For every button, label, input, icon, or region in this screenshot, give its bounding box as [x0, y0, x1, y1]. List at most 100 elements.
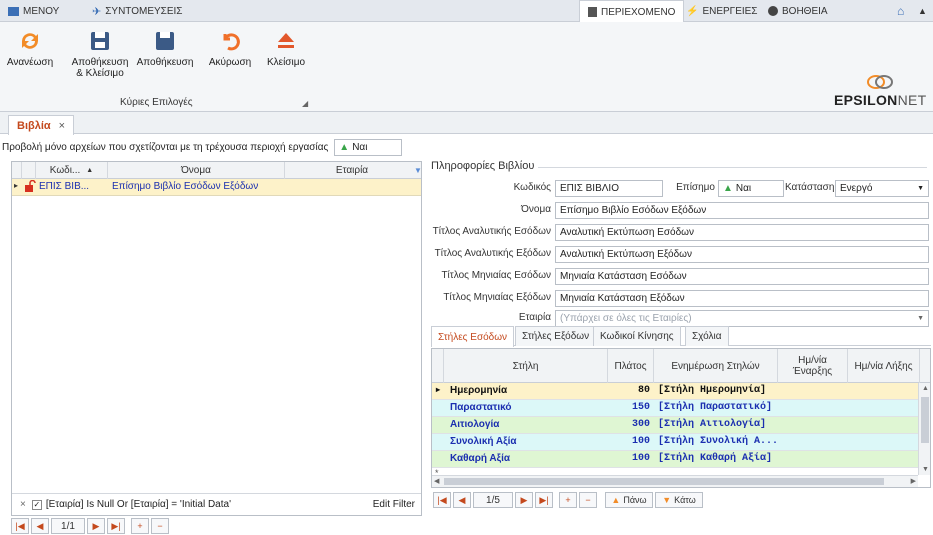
- chevron-down-icon: ▼: [917, 185, 924, 192]
- filter-toggle-checkbox[interactable]: ✓: [31, 499, 42, 510]
- col-company-label: Εταιρία: [335, 165, 369, 176]
- col-start-date-label: Ημ/νία Έναρξης: [792, 355, 833, 377]
- tab-movement-codes[interactable]: Κωδικοί Κίνησης: [593, 326, 681, 346]
- unlocked-icon: [24, 179, 36, 195]
- move-down-button[interactable]: ▼ Κάτω: [655, 492, 703, 508]
- expense-monthly-title-field[interactable]: Μηνιαία Κατάσταση Εξόδων: [555, 290, 929, 307]
- last-record-button[interactable]: ▶|: [535, 492, 553, 508]
- row-width: 150: [631, 402, 650, 413]
- expense-detail-title-field[interactable]: Αναλυτική Εκτύπωση Εξόδων: [555, 246, 929, 263]
- row-column: Αιτιολογία: [450, 419, 500, 430]
- shortcuts-button[interactable]: ✈ ΣΥΝΤΟΜΕΥΣΕΙΣ: [92, 0, 182, 22]
- group-expand-icon[interactable]: ◢: [302, 99, 308, 108]
- edit-filter-link[interactable]: Edit Filter: [373, 499, 415, 510]
- col-name-label: Όνομα: [181, 165, 211, 176]
- official-field[interactable]: ▲ Ναι: [718, 180, 784, 197]
- scroll-up-icon[interactable]: ▲: [922, 385, 929, 392]
- hscroll-thumb[interactable]: [444, 478, 884, 485]
- delete-record-button[interactable]: −: [579, 492, 597, 508]
- lock-column-header: [22, 162, 36, 179]
- income-detail-title-field[interactable]: Αναλυτική Εκτύπωση Εσόδων: [555, 224, 929, 241]
- name-field[interactable]: Επίσημο Βιβλίο Εσόδων Εξόδων: [555, 202, 929, 219]
- book-info-title: Πληροφορίες Βιβλίου: [431, 160, 539, 172]
- next-record-button[interactable]: ▶: [515, 492, 533, 508]
- delete-record-button[interactable]: −: [151, 518, 169, 534]
- tab-expense-columns[interactable]: Στήλες Εξόδων: [515, 326, 597, 346]
- income-monthly-title-field[interactable]: Μηνιαία Κατάσταση Εσόδων: [555, 268, 929, 285]
- menu-button[interactable]: ΜΕΝΟΥ: [8, 0, 59, 22]
- pin-icon: ✈: [92, 5, 102, 18]
- clear-filter-icon[interactable]: ×: [20, 499, 26, 510]
- col-code-header[interactable]: Κωδι... ▲: [36, 162, 108, 179]
- record-position: 1/1: [51, 518, 85, 534]
- table-row[interactable]: Καθαρή Αξία 100 [Στήλη Καθαρή Αξία]: [432, 451, 918, 468]
- ribbon-group-label: Κύριες Επιλογές: [120, 97, 193, 108]
- table-row[interactable]: ▸ ΕΠΙΣ ΒΙΒ... Επίσημο Βιβλίο Εσόδων Εξόδ…: [12, 179, 421, 196]
- save-button[interactable]: Αποθήκευση: [137, 28, 193, 68]
- col-start-date-header[interactable]: Ημ/νία Έναρξης: [778, 349, 848, 383]
- home-button[interactable]: ⌂: [897, 0, 904, 22]
- table-row[interactable]: Παραστατικό 150 [Στήλη Παραστατικό]: [432, 400, 918, 417]
- sort-asc-icon: ▲: [86, 167, 94, 174]
- code-field[interactable]: ΕΠΙΣ ΒΙΒΛΙΟ: [555, 180, 663, 197]
- table-row[interactable]: Αιτιολογία 300 [Στήλη Αιτιολογία]: [432, 417, 918, 434]
- brand-logo: EPSILONNET: [834, 74, 926, 108]
- scroll-right-icon[interactable]: ▶: [911, 477, 916, 485]
- income-columns-grid: Στήλη Πλάτος Ενημέρωση Στηλών Ημ/νία Ένα…: [431, 348, 931, 488]
- document-tabs: Βιβλία ×: [0, 112, 933, 135]
- save-close-button[interactable]: Αποθήκευση & Κλείσιμο: [72, 28, 128, 79]
- col-end-date-header[interactable]: Ημ/νία Λήξης: [848, 349, 920, 383]
- refresh-button[interactable]: Ανανέωση: [7, 28, 53, 68]
- tab-help[interactable]: ΒΟΗΘΕΙΑ: [768, 0, 828, 22]
- scroll-thumb[interactable]: [921, 397, 929, 443]
- vertical-scrollbar[interactable]: ▲ ▼: [918, 383, 930, 475]
- thumbs-up-icon: ▲: [339, 141, 350, 153]
- status-select[interactable]: Ενεργό ▼: [835, 180, 929, 197]
- add-record-button[interactable]: +: [559, 492, 577, 508]
- col-name-header[interactable]: Όνομα: [108, 162, 285, 179]
- row-column: Παραστατικό: [450, 402, 512, 413]
- move-up-button[interactable]: ▲ Πάνω: [605, 492, 653, 508]
- col-width-header[interactable]: Πλάτος: [608, 349, 654, 383]
- tab-comments[interactable]: Σχόλια: [685, 326, 729, 346]
- row-pointer-icon: ▸: [14, 181, 19, 190]
- col-update-header[interactable]: Ενημέρωση Στηλών: [654, 349, 778, 383]
- col-update-label: Ενημέρωση Στηλών: [671, 360, 760, 372]
- col-company-header[interactable]: Εταιρία: [285, 162, 419, 179]
- col-column-label: Στήλη: [512, 360, 539, 372]
- first-record-button[interactable]: |◀: [433, 492, 451, 508]
- close-button[interactable]: Κλείσιμο: [263, 28, 309, 68]
- tab-books[interactable]: Βιβλία ×: [8, 115, 75, 135]
- col-width-label: Πλάτος: [614, 360, 647, 372]
- expense-detail-title-label: Τίτλος Αναλυτικής Εξόδων: [434, 248, 551, 259]
- row-width: 300: [631, 419, 650, 430]
- cancel-button[interactable]: Ακύρωση: [205, 28, 255, 68]
- col-column-header[interactable]: Στήλη: [444, 349, 608, 383]
- column-chooser-icon[interactable]: ▼: [414, 162, 422, 179]
- tab-income-columns[interactable]: Στήλες Εσόδων: [431, 326, 515, 347]
- scroll-left-icon[interactable]: ◀: [434, 477, 439, 485]
- last-record-button[interactable]: ▶|: [107, 518, 125, 534]
- horizontal-scrollbar[interactable]: ◀ ▶: [432, 475, 918, 487]
- tab-actions[interactable]: ⚡ ΕΝΕΡΓΕΙΕΣ: [686, 0, 758, 22]
- scroll-down-icon[interactable]: ▼: [922, 466, 929, 473]
- tab-content[interactable]: ΠΕΡΙΕΧΟΜΕΝΟ: [579, 0, 685, 23]
- arrow-up-icon: ▲: [611, 495, 621, 505]
- group-line: [527, 167, 927, 168]
- prev-record-button[interactable]: ◀: [31, 518, 49, 534]
- workspace-filter-value: Ναι: [352, 141, 368, 153]
- prev-record-button[interactable]: ◀: [453, 492, 471, 508]
- add-record-button[interactable]: +: [131, 518, 149, 534]
- close-tab-icon[interactable]: ×: [59, 120, 65, 132]
- cancel-label: Ακύρωση: [208, 57, 252, 68]
- status-label: Κατάσταση: [785, 182, 835, 193]
- table-row[interactable]: Συνολική Αξία 100 [Στήλη Συνολική Α...: [432, 434, 918, 451]
- home-icon: ⌂: [897, 4, 905, 18]
- undo-icon: [215, 28, 245, 54]
- first-record-button[interactable]: |◀: [11, 518, 29, 534]
- next-record-button[interactable]: ▶: [87, 518, 105, 534]
- collapse-ribbon-button[interactable]: ▲: [918, 0, 927, 22]
- table-row[interactable]: ▸ Ημερομηνία 80 [Στήλη Ημερομηνία]: [432, 383, 918, 400]
- row-update: [Στήλη Συνολική Α...: [658, 436, 779, 447]
- workspace-filter-field[interactable]: ▲ Ναι: [334, 138, 403, 156]
